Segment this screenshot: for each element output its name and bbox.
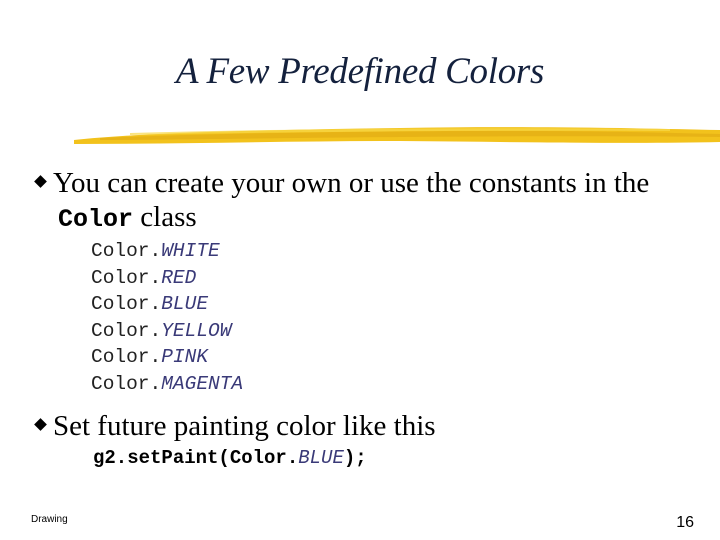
constant-name: BLUE [161,293,209,315]
constant-prefix: Color. [91,266,162,289]
bullet-continuation: Color class [58,200,197,237]
constant-prefix: Color. [91,293,162,315]
bullet-set-paint: Set future painting color like this [34,409,436,443]
constant-name: RED [161,266,197,289]
constant-item: Color.PINK [91,344,243,371]
constant-name: PINK [161,346,209,368]
bullet-create-colors: You can create your own or use the const… [34,166,650,200]
page-number: 16 [676,514,694,531]
constant-name: YELLOW [161,319,232,342]
code-word-color: Color [58,205,134,234]
constant-item: Color.RED [91,265,243,292]
diamond-bullet-icon [34,175,47,188]
code-before: g2.setPaint(Color. [93,447,299,469]
code-example: g2.setPaint(Color.BLUE); [93,447,367,469]
constant-prefix: Color. [91,319,162,342]
yellow-brush-stroke-divider [74,127,720,144]
constant-prefix: Color. [91,372,162,395]
constant-item: Color.YELLOW [91,318,243,345]
diamond-bullet-icon [34,418,47,431]
constant-prefix: Color. [91,346,162,368]
constant-name: WHITE [161,240,220,262]
code-constant: BLUE [298,447,344,469]
constant-prefix: Color. [91,240,162,262]
slide-title: A Few Predefined Colors [175,51,545,92]
bullet-text: Set future painting color like this [53,410,436,442]
bullet-text: You can create your own or use the const… [53,167,650,199]
footer-section-label: Drawing [31,514,68,525]
constant-item: Color.BLUE [91,291,243,318]
constant-name: MAGENTA [161,372,244,395]
code-after: ); [343,447,367,469]
constant-item: Color.MAGENTA [91,371,243,398]
color-constants-list: Color.WHITE Color.RED Color.BLUE Color.Y… [91,238,243,397]
bullet-text-suffix: class [133,201,197,233]
constant-item: Color.WHITE [91,238,243,265]
